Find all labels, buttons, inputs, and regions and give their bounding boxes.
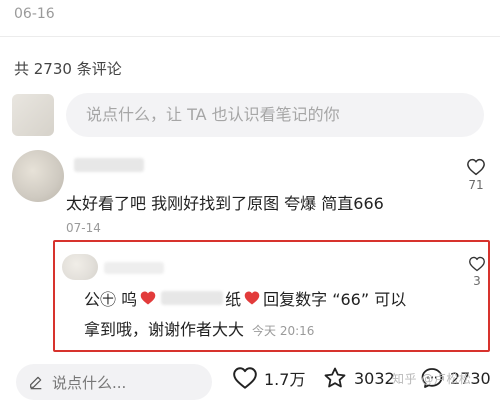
reply-time: 今天 20:16 (252, 324, 315, 338)
reply-suffix: 回复数字 “66” 可以 (263, 290, 407, 309)
pencil-icon (30, 376, 42, 390)
heart-outline-icon (233, 367, 257, 389)
like-count: 1.7万 (264, 370, 306, 389)
commenter-avatar[interactable] (12, 150, 64, 202)
star-outline-icon (324, 367, 346, 388)
reply-avatar[interactable] (62, 254, 98, 280)
post-date: 06-16 (14, 6, 55, 22)
reply-mid: 纸 (225, 290, 242, 309)
comment-input[interactable]: 说点什么，让 TA 也认识看笔记的你 (66, 93, 484, 137)
watermark: 知乎 @卢松松 (392, 372, 472, 386)
reply-username[interactable] (104, 262, 164, 274)
heart-outline-icon (469, 256, 485, 272)
reply-text-line2: 拿到哦，谢谢作者大大 (84, 320, 245, 339)
favorite-button[interactable]: 3032 (322, 366, 395, 390)
reply-line-2: 拿到哦，谢谢作者大大 今天 20:16 (84, 316, 314, 340)
comment-like-count: 71 (468, 178, 484, 192)
heart-outline-icon (467, 158, 485, 176)
reply-line-1: 公㊉ 呜 纸 回复数字 “66” 可以 (84, 286, 406, 310)
heart-emoji-icon (140, 291, 156, 305)
reply-prefix: 公㊉ 呜 (84, 290, 138, 309)
bottom-input-placeholder: 说点什么... (52, 373, 127, 392)
comment-count: 共 2730 条评论 (14, 60, 122, 78)
reply-like-button[interactable]: 3 (468, 256, 486, 288)
heart-emoji-icon (244, 291, 260, 305)
comment-text: 太好看了吧 我刚好找到了原图 夸爆 简直666 (66, 194, 384, 213)
redacted-text (161, 291, 224, 305)
favorite-count: 3032 (354, 368, 395, 388)
comment-date: 07-14 (66, 221, 101, 235)
current-user-avatar[interactable] (12, 94, 54, 136)
reply-like-count: 3 (473, 274, 481, 288)
like-button[interactable]: 1.7万 (232, 366, 305, 390)
divider (0, 36, 500, 37)
commenter-name[interactable] (74, 158, 144, 172)
comment-like-button[interactable]: 71 (466, 158, 486, 192)
bottom-comment-input[interactable]: 说点什么... (16, 364, 212, 400)
